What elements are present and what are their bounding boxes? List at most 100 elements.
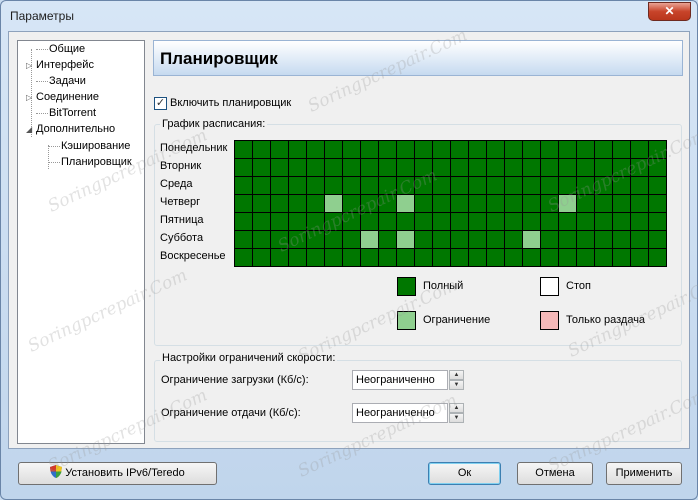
schedule-cell-full[interactable] xyxy=(649,159,667,177)
schedule-cell-full[interactable] xyxy=(577,213,595,231)
schedule-cell-full[interactable] xyxy=(631,213,649,231)
schedule-cell-full[interactable] xyxy=(271,159,289,177)
schedule-cell-full[interactable] xyxy=(487,213,505,231)
tree-item-general[interactable]: Общие xyxy=(26,41,85,57)
schedule-cell-full[interactable] xyxy=(541,249,559,267)
schedule-cell-full[interactable] xyxy=(595,177,613,195)
schedule-cell-full[interactable] xyxy=(613,159,631,177)
schedule-cell-full[interactable] xyxy=(271,177,289,195)
schedule-cell-full[interactable] xyxy=(541,141,559,159)
schedule-cell-full[interactable] xyxy=(451,249,469,267)
schedule-cell-full[interactable] xyxy=(577,159,595,177)
schedule-cell-full[interactable] xyxy=(379,195,397,213)
schedule-cell-limit[interactable] xyxy=(325,195,343,213)
schedule-cell-full[interactable] xyxy=(559,249,577,267)
schedule-cell-full[interactable] xyxy=(541,231,559,249)
schedule-cell-full[interactable] xyxy=(541,195,559,213)
schedule-cell-limit[interactable] xyxy=(361,231,379,249)
schedule-cell-full[interactable] xyxy=(379,249,397,267)
schedule-cell-full[interactable] xyxy=(649,195,667,213)
cancel-button[interactable]: Отмена xyxy=(517,462,593,485)
schedule-cell-full[interactable] xyxy=(433,231,451,249)
schedule-cell-full[interactable] xyxy=(379,177,397,195)
schedule-cell-full[interactable] xyxy=(649,177,667,195)
schedule-cell-full[interactable] xyxy=(289,249,307,267)
schedule-cell-full[interactable] xyxy=(559,177,577,195)
schedule-cell-full[interactable] xyxy=(505,231,523,249)
schedule-cell-full[interactable] xyxy=(577,141,595,159)
schedule-cell-full[interactable] xyxy=(415,141,433,159)
schedule-cell-full[interactable] xyxy=(343,141,361,159)
schedule-cell-full[interactable] xyxy=(649,213,667,231)
schedule-cell-full[interactable] xyxy=(325,177,343,195)
schedule-cell-full[interactable] xyxy=(289,159,307,177)
schedule-cell-full[interactable] xyxy=(289,213,307,231)
schedule-cell-full[interactable] xyxy=(613,231,631,249)
schedule-cell-full[interactable] xyxy=(433,177,451,195)
schedule-cell-full[interactable] xyxy=(397,159,415,177)
schedule-cell-full[interactable] xyxy=(253,231,271,249)
schedule-cell-full[interactable] xyxy=(397,249,415,267)
schedule-cell-full[interactable] xyxy=(613,195,631,213)
schedule-cell-full[interactable] xyxy=(451,141,469,159)
schedule-cell-full[interactable] xyxy=(343,249,361,267)
schedule-cell-full[interactable] xyxy=(235,177,253,195)
schedule-cell-full[interactable] xyxy=(235,141,253,159)
schedule-cell-full[interactable] xyxy=(433,249,451,267)
tree-item-bittorrent[interactable]: BitTorrent xyxy=(26,105,96,121)
schedule-cell-full[interactable] xyxy=(469,141,487,159)
tree-item-scheduler[interactable]: Планировщик xyxy=(48,154,132,170)
schedule-cell-full[interactable] xyxy=(235,213,253,231)
schedule-cell-full[interactable] xyxy=(415,195,433,213)
schedule-cell-full[interactable] xyxy=(415,177,433,195)
schedule-cell-full[interactable] xyxy=(631,231,649,249)
close-button[interactable]: ✕ xyxy=(648,2,691,21)
schedule-cell-full[interactable] xyxy=(343,195,361,213)
schedule-cell-full[interactable] xyxy=(577,177,595,195)
ok-button[interactable]: Ок xyxy=(428,462,501,485)
schedule-cell-full[interactable] xyxy=(415,249,433,267)
schedule-cell-full[interactable] xyxy=(451,159,469,177)
schedule-cell-full[interactable] xyxy=(559,231,577,249)
schedule-cell-full[interactable] xyxy=(433,213,451,231)
schedule-cell-full[interactable] xyxy=(523,141,541,159)
schedule-cell-full[interactable] xyxy=(289,195,307,213)
schedule-cell-full[interactable] xyxy=(649,141,667,159)
schedule-cell-full[interactable] xyxy=(361,249,379,267)
schedule-cell-full[interactable] xyxy=(487,195,505,213)
enable-scheduler-checkbox[interactable]: ✓ xyxy=(154,97,167,110)
collapse-arrow-icon[interactable]: ◢ xyxy=(26,122,36,138)
spin-up-icon[interactable]: ▲ xyxy=(449,403,464,413)
schedule-cell-full[interactable] xyxy=(271,195,289,213)
schedule-cell-full[interactable] xyxy=(361,213,379,231)
schedule-cell-full[interactable] xyxy=(325,231,343,249)
download-limit-stepper[interactable]: ▲ ▼ xyxy=(449,370,464,390)
schedule-cell-full[interactable] xyxy=(469,159,487,177)
schedule-cell-full[interactable] xyxy=(649,231,667,249)
spin-down-icon[interactable]: ▼ xyxy=(449,380,464,390)
schedule-cell-full[interactable] xyxy=(613,249,631,267)
schedule-cell-full[interactable] xyxy=(307,213,325,231)
schedule-cell-full[interactable] xyxy=(505,141,523,159)
schedule-cell-full[interactable] xyxy=(631,177,649,195)
schedule-cell-full[interactable] xyxy=(487,141,505,159)
schedule-cell-full[interactable] xyxy=(595,249,613,267)
spin-up-icon[interactable]: ▲ xyxy=(449,370,464,380)
schedule-cell-full[interactable] xyxy=(487,159,505,177)
schedule-cell-full[interactable] xyxy=(613,177,631,195)
schedule-grid[interactable] xyxy=(234,140,667,267)
schedule-cell-full[interactable] xyxy=(469,231,487,249)
schedule-cell-full[interactable] xyxy=(577,249,595,267)
schedule-cell-full[interactable] xyxy=(343,159,361,177)
expand-arrow-icon[interactable]: ▷ xyxy=(26,58,36,74)
schedule-cell-full[interactable] xyxy=(505,177,523,195)
schedule-cell-full[interactable] xyxy=(307,249,325,267)
schedule-cell-full[interactable] xyxy=(469,177,487,195)
schedule-cell-full[interactable] xyxy=(271,213,289,231)
schedule-cell-full[interactable] xyxy=(361,195,379,213)
schedule-cell-full[interactable] xyxy=(487,177,505,195)
schedule-cell-full[interactable] xyxy=(271,231,289,249)
schedule-cell-full[interactable] xyxy=(379,141,397,159)
schedule-cell-full[interactable] xyxy=(577,231,595,249)
schedule-cell-full[interactable] xyxy=(235,231,253,249)
